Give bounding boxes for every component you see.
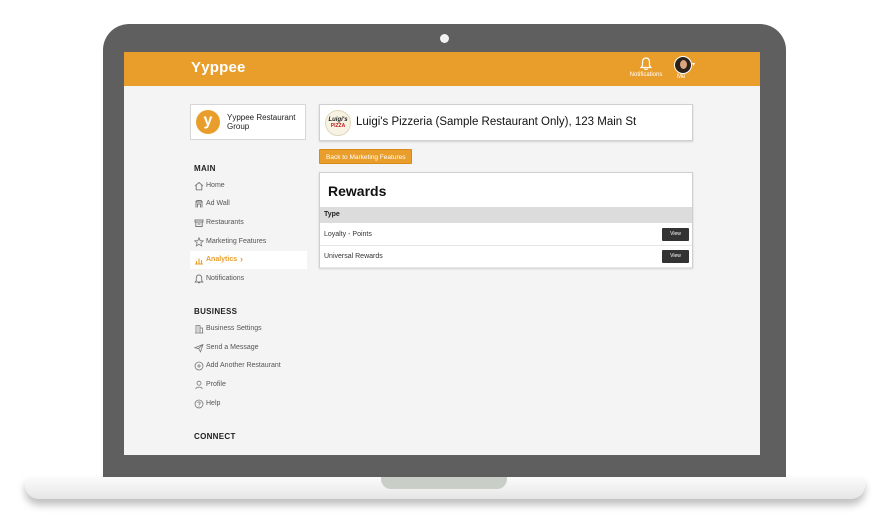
user-menu-button[interactable]: ▾ Me [672, 56, 700, 82]
bell-icon [640, 57, 652, 70]
bar-chart-icon [195, 258, 203, 265]
notifications-label: Notifications [629, 72, 663, 78]
laptop-base-notch [381, 477, 507, 489]
table-row: Universal Rewards View [320, 246, 692, 268]
brand-logo[interactable]: Yyppee [191, 59, 246, 76]
chevron-down-icon: ▾ [692, 62, 696, 68]
table-row: Loyalty - Points View [320, 224, 692, 246]
column-header-type: Type [324, 211, 340, 218]
top-bar: Yyppee Notifications ▾ Me [124, 52, 760, 86]
sidebar-item-label: Marketing Features [206, 238, 267, 245]
table-header: Type [320, 207, 692, 223]
sidebar-item-notifications[interactable]: Notifications [190, 270, 307, 288]
sidebar-item-label: Profile [206, 381, 226, 388]
org-card[interactable]: y Yyppee Restaurant Group [190, 104, 306, 140]
reward-type: Loyalty - Points [324, 231, 372, 238]
sidebar-item-label: Business Settings [206, 325, 262, 332]
sidebar-item-label: Notifications [206, 275, 245, 282]
sidebar-item-label: Add Another Restaurant [206, 362, 281, 369]
org-name: Yyppee Restaurant Group [227, 113, 296, 131]
bell-icon [194, 274, 204, 284]
store-icon [194, 219, 204, 227]
question-circle-icon [194, 399, 204, 409]
sidebar-item-help[interactable]: Help [190, 395, 307, 413]
sidebar-item-label: Ad Wall [206, 200, 230, 207]
sidebar-item-business-settings[interactable]: Business Settings [190, 320, 307, 338]
star-icon [194, 237, 204, 247]
avatar [674, 56, 692, 74]
restaurant-logo: Luigi's PIZZA [325, 110, 351, 136]
reward-type: Universal Rewards [324, 253, 383, 260]
sidebar-item-add-another-restaurant[interactable]: Add Another Restaurant [190, 357, 307, 375]
chevron-right-icon: › [240, 254, 243, 264]
sidebar-item-restaurants[interactable]: Restaurants [190, 214, 307, 232]
paper-plane-icon [194, 343, 204, 353]
home-icon [194, 181, 204, 191]
sidebar-item-ad-wall[interactable]: Ad Wall [190, 195, 307, 213]
ad-wall-icon [195, 200, 203, 208]
me-label: Me [677, 74, 686, 80]
restaurant-name: Luigi's Pizzeria (Sample Restaurant Only… [356, 116, 637, 128]
sidebar-item-label: Send a Message [206, 344, 259, 351]
sidebar-item-profile[interactable]: Profile [190, 376, 307, 394]
org-logo: y [196, 110, 220, 134]
user-icon [195, 380, 203, 390]
notifications-button[interactable]: Notifications [627, 57, 665, 83]
sidebar-item-home[interactable]: Home [190, 177, 307, 195]
sidebar-item-send-a-message[interactable]: Send a Message [190, 339, 307, 357]
section-title-business: BUSINESS [194, 307, 238, 316]
sidebar-item-label: Home [206, 182, 225, 189]
view-button[interactable]: View [662, 250, 689, 263]
sidebar-item-label: Help [206, 400, 221, 407]
section-title-main: MAIN [194, 164, 216, 173]
back-to-marketing-features-button[interactable]: Back to Marketing Features [319, 149, 413, 164]
sidebar-item-analytics[interactable]: Analytics › [190, 251, 307, 269]
sidebar-item-label: Analytics [206, 256, 238, 263]
sidebar-item-label: Restaurants [206, 219, 244, 226]
rewards-card: Rewards Type Loyalty - Points View Unive… [319, 172, 693, 268]
sidebar-item-marketing-features[interactable]: Marketing Features [190, 233, 307, 251]
rewards-title: Rewards [328, 183, 387, 199]
view-button[interactable]: View [662, 228, 689, 241]
section-title-connect: CONNECT [194, 432, 236, 441]
camera-icon [440, 34, 449, 43]
building-icon [195, 325, 204, 334]
app-screen: Yyppee Notifications ▾ Me y Yyppee Resta… [124, 52, 760, 455]
plus-circle-icon [194, 361, 204, 371]
restaurant-header: Luigi's PIZZA Luigi's Pizzeria (Sample R… [319, 104, 693, 141]
